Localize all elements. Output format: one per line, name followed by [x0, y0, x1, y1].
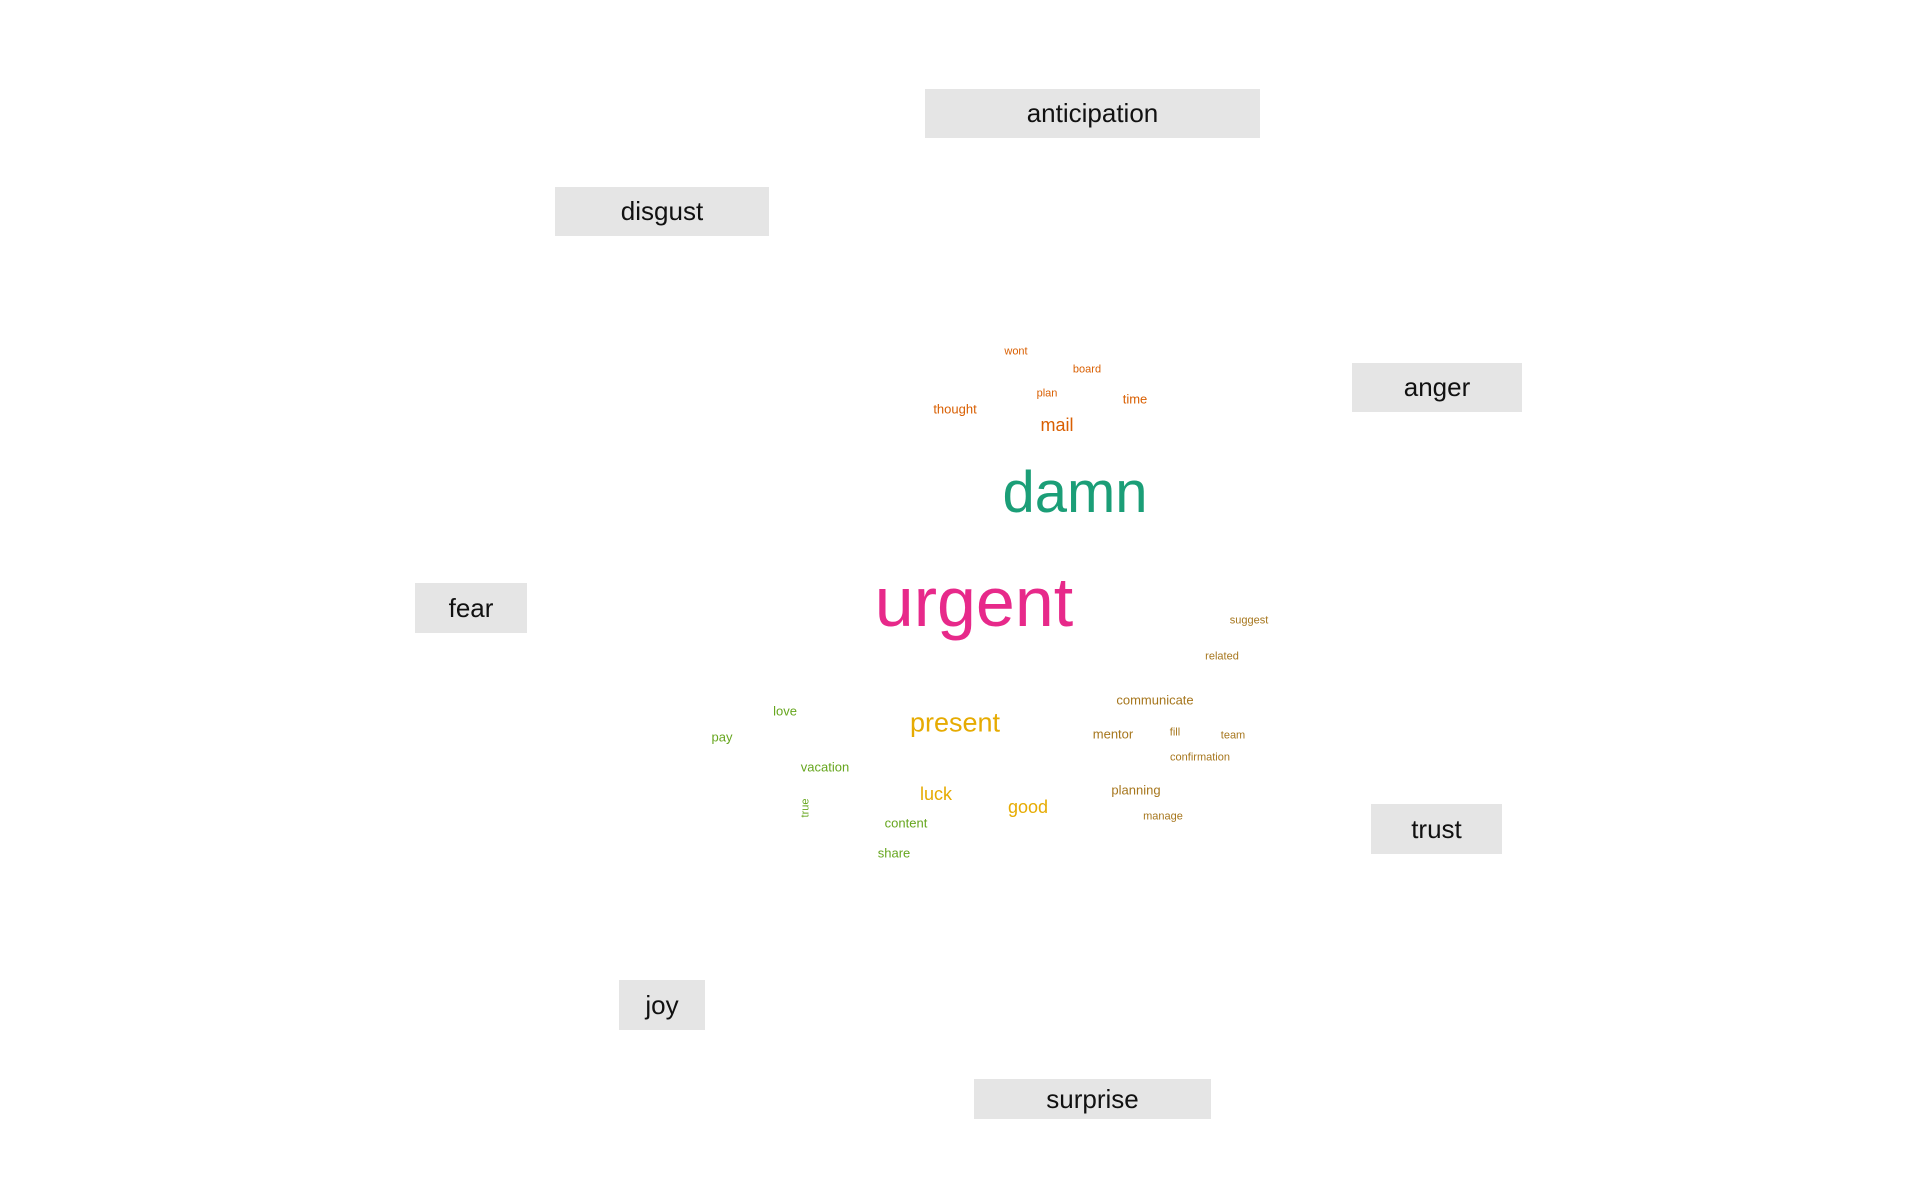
word-present: present	[909, 707, 1001, 738]
word-suggest: suggest	[1229, 614, 1269, 627]
word-wont: wont	[1004, 345, 1028, 358]
word-mentor: mentor	[1092, 726, 1134, 742]
category-label-anticipation: anticipation	[925, 89, 1260, 138]
word-plan: plan	[1036, 387, 1058, 400]
word-urgent: urgent	[874, 563, 1074, 641]
word-team: team	[1220, 729, 1246, 742]
word-fill: fill	[1169, 726, 1181, 739]
category-label-surprise: surprise	[974, 1079, 1211, 1119]
word-pay: pay	[711, 729, 733, 745]
category-label-trust: trust	[1371, 804, 1502, 854]
category-label-fear: fear	[415, 583, 527, 633]
category-label-disgust: disgust	[555, 187, 769, 236]
word-thought: thought	[933, 401, 977, 417]
word-communicate: communicate	[1116, 692, 1194, 708]
word-love: love	[773, 703, 797, 719]
word-good: good	[1007, 797, 1049, 817]
word-planning: planning	[1111, 782, 1161, 798]
word-damn: damn	[1002, 460, 1148, 525]
word-true: true	[799, 798, 812, 818]
word-content: content	[884, 815, 928, 831]
word-confirmation: confirmation	[1170, 751, 1230, 764]
word-board: board	[1072, 363, 1102, 376]
category-label-anger: anger	[1352, 363, 1522, 412]
word-mail: mail	[1040, 415, 1074, 435]
word-manage: manage	[1143, 810, 1183, 823]
word-time: time	[1122, 391, 1148, 407]
word-share: share	[877, 845, 911, 861]
category-label-joy: joy	[619, 980, 705, 1030]
word-vacation: vacation	[800, 759, 850, 775]
comparison-wordcloud: anticipation disgust anger fear trust joy surp…	[0, 0, 1929, 1200]
word-luck: luck	[919, 784, 953, 804]
word-related: related	[1205, 650, 1239, 663]
